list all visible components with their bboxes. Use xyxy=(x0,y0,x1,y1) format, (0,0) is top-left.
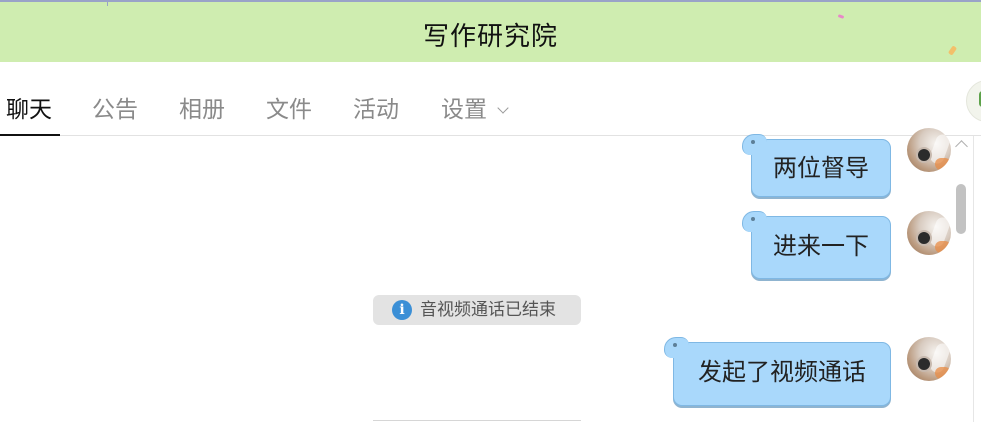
chat-window: 写作研究院 聊天 公告 相册 文件 活动 设置 两位督导 进来一下 i 音视频通… xyxy=(0,0,981,422)
avatar[interactable] xyxy=(907,211,951,255)
tab-announcement[interactable]: 公告 xyxy=(92,90,138,124)
scrollbar-thumb[interactable] xyxy=(956,184,966,234)
bubble-ear xyxy=(742,211,767,232)
avatar-shade xyxy=(935,158,951,170)
avatar-eye xyxy=(916,230,932,246)
message-list: 两位督导 进来一下 i 音视频通话已结束 发起了视频通话 xyxy=(0,128,981,422)
tab-chat[interactable]: 聊天 xyxy=(6,90,52,124)
tab-files[interactable]: 文件 xyxy=(266,90,312,124)
info-icon: i xyxy=(392,300,412,320)
message-text: 进来一下 xyxy=(773,232,869,260)
tab-settings-label: 设置 xyxy=(441,97,487,123)
divider xyxy=(373,420,581,421)
tab-bar: 聊天 公告 相册 文件 活动 设置 xyxy=(0,62,981,136)
message-text: 两位督导 xyxy=(773,154,869,182)
window-title: 写作研究院 xyxy=(422,22,558,52)
avatar-shade xyxy=(935,367,951,379)
scrollbar[interactable] xyxy=(954,136,968,422)
tab-activity[interactable]: 活动 xyxy=(353,90,399,124)
tab-settings[interactable]: 设置 xyxy=(441,90,509,124)
message-bubble[interactable]: 进来一下 xyxy=(742,211,891,279)
avatar-eye xyxy=(916,147,932,163)
message-bubble[interactable]: 两位督导 xyxy=(742,134,891,197)
avatar-eye xyxy=(916,356,932,372)
avatar[interactable] xyxy=(907,337,951,381)
bubble-ear xyxy=(742,134,767,155)
scroll-up-icon[interactable] xyxy=(955,140,968,153)
tab-album[interactable]: 相册 xyxy=(179,90,225,124)
side-panel-button[interactable] xyxy=(966,80,981,122)
title-bar: 写作研究院 xyxy=(0,0,981,62)
system-notice-text: 音视频通话已结束 xyxy=(420,300,556,320)
message-bubble[interactable]: 发起了视频通话 xyxy=(664,337,891,406)
bubble-ear xyxy=(664,337,689,358)
title-bar-tick xyxy=(107,2,108,6)
message-text: 发起了视频通话 xyxy=(698,358,866,386)
system-notice: i 音视频通话已结束 xyxy=(373,295,581,325)
avatar-shade xyxy=(935,241,951,253)
chevron-down-icon xyxy=(497,102,509,114)
panel-border xyxy=(973,136,974,422)
avatar[interactable] xyxy=(907,128,951,172)
